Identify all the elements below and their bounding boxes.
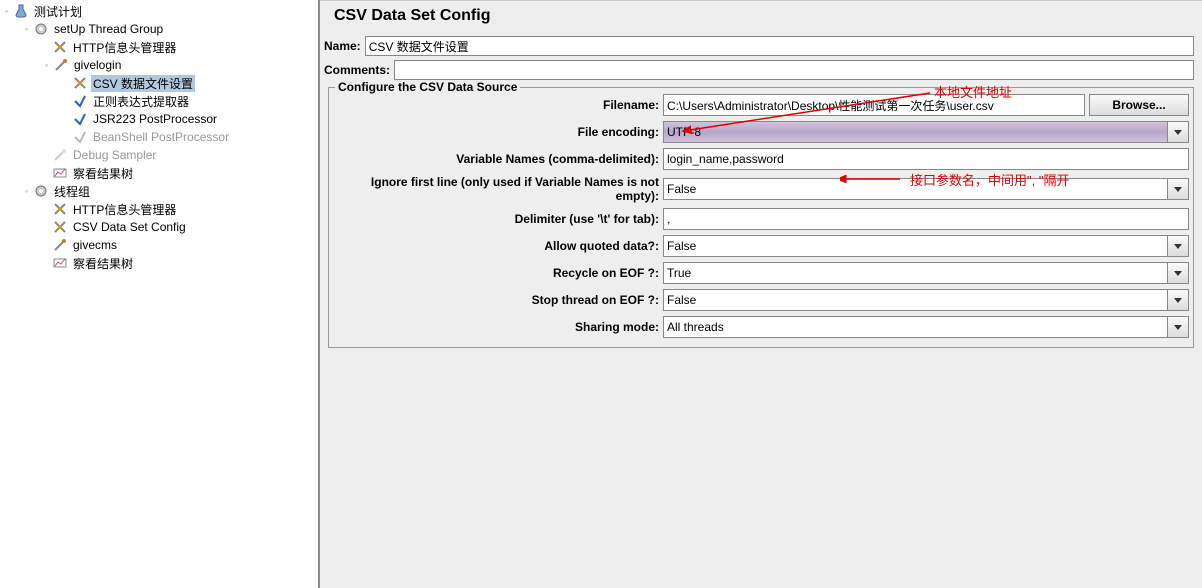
config-icon bbox=[52, 39, 68, 55]
delimiter-label: Delimiter (use '\t' for tab): bbox=[333, 212, 663, 226]
tree-node-givecms[interactable]: givecms bbox=[0, 236, 318, 254]
comments-input[interactable] bbox=[394, 60, 1194, 80]
browse-button[interactable]: Browse... bbox=[1089, 94, 1189, 116]
tree-label: 正则表达式提取器 bbox=[91, 93, 191, 110]
config-icon bbox=[72, 75, 88, 91]
tree-node-view-results-tree-2[interactable]: 察看结果树 bbox=[0, 254, 318, 272]
quoted-label: Allow quoted data?: bbox=[333, 239, 663, 253]
tree-label: setUp Thread Group bbox=[52, 22, 165, 36]
tree-node-jsr223[interactable]: JSR223 PostProcessor bbox=[0, 110, 318, 128]
dropdown-icon[interactable] bbox=[1167, 121, 1189, 143]
ignore-first-select[interactable]: False bbox=[663, 178, 1189, 200]
csv-source-fieldset: Configure the CSV Data Source Filename: … bbox=[328, 87, 1194, 348]
dropdown-icon[interactable] bbox=[1167, 316, 1189, 338]
listener-icon bbox=[52, 255, 68, 271]
tree-label: Debug Sampler bbox=[71, 148, 158, 162]
delimiter-input[interactable] bbox=[663, 208, 1189, 230]
tree-node-debug-sampler[interactable]: Debug Sampler bbox=[0, 146, 318, 164]
varnames-label: Variable Names (comma-delimited): bbox=[333, 152, 663, 166]
recycle-label: Recycle on EOF ?: bbox=[333, 266, 663, 280]
fieldset-legend: Configure the CSV Data Source bbox=[335, 80, 520, 94]
varnames-input[interactable] bbox=[663, 148, 1189, 170]
tree-node-beanshell[interactable]: BeanShell PostProcessor bbox=[0, 128, 318, 146]
sampler-icon bbox=[52, 147, 68, 163]
dropdown-icon[interactable] bbox=[1167, 178, 1189, 200]
encoding-label: File encoding: bbox=[333, 125, 663, 139]
tree-node-http-header-manager[interactable]: HTTP信息头管理器 bbox=[0, 38, 318, 56]
postprocessor-icon bbox=[72, 129, 88, 145]
stop-thread-select[interactable]: False bbox=[663, 289, 1189, 311]
encoding-select[interactable]: UTF-8 bbox=[663, 121, 1189, 143]
tree-label: HTTP信息头管理器 bbox=[71, 39, 178, 56]
config-icon bbox=[52, 201, 68, 217]
sharing-mode-label: Sharing mode: bbox=[333, 320, 663, 334]
postprocessor-icon bbox=[72, 93, 88, 109]
tree-node-setup-thread-group[interactable]: ◦ setUp Thread Group bbox=[0, 20, 318, 38]
tree-label: CSV 数据文件设置 bbox=[91, 75, 195, 92]
gear-icon bbox=[33, 183, 49, 199]
tree-label: BeanShell PostProcessor bbox=[91, 130, 231, 144]
recycle-select[interactable]: True bbox=[663, 262, 1189, 284]
tree-node-thread-group[interactable]: ◦ 线程组 bbox=[0, 182, 318, 200]
tree-node-csv-data-set[interactable]: CSV 数据文件设置 bbox=[0, 74, 318, 92]
tree-label: 线程组 bbox=[52, 183, 92, 200]
test-plan-tree[interactable]: ◦ 测试计划 ◦ setUp Thread Group HTTP信息头管理器 ◦… bbox=[0, 0, 320, 588]
tree-node-givelogin[interactable]: ◦ givelogin bbox=[0, 56, 318, 74]
dropdown-icon[interactable] bbox=[1167, 262, 1189, 284]
tree-label: 测试计划 bbox=[32, 3, 84, 20]
ignore-first-label: Ignore first line (only used if Variable… bbox=[333, 175, 663, 203]
dropdown-icon[interactable] bbox=[1167, 289, 1189, 311]
tree-label: 察看结果树 bbox=[71, 165, 135, 182]
tree-node-test-plan[interactable]: ◦ 测试计划 bbox=[0, 2, 318, 20]
tree-node-regex-extractor[interactable]: 正则表达式提取器 bbox=[0, 92, 318, 110]
tree-label: JSR223 PostProcessor bbox=[91, 112, 219, 126]
tree-label: HTTP信息头管理器 bbox=[71, 201, 178, 218]
collapse-toggle-icon[interactable]: ◦ bbox=[22, 25, 31, 34]
gear-icon bbox=[33, 21, 49, 37]
config-panel: CSV Data Set Config Name: Comments: Conf… bbox=[320, 0, 1202, 588]
sampler-icon bbox=[52, 237, 68, 253]
filename-input[interactable] bbox=[663, 94, 1085, 116]
postprocessor-icon bbox=[72, 111, 88, 127]
sampler-icon bbox=[53, 57, 69, 73]
tree-node-csv-config[interactable]: CSV Data Set Config bbox=[0, 218, 318, 236]
name-label: Name: bbox=[324, 39, 365, 53]
flask-icon bbox=[13, 3, 29, 19]
sharing-mode-select[interactable]: All threads bbox=[663, 316, 1189, 338]
tree-node-view-results-tree[interactable]: 察看结果树 bbox=[0, 164, 318, 182]
config-icon bbox=[52, 219, 68, 235]
collapse-toggle-icon[interactable]: ◦ bbox=[22, 187, 31, 196]
listener-icon bbox=[52, 165, 68, 181]
quoted-select[interactable]: False bbox=[663, 235, 1189, 257]
tree-label: CSV Data Set Config bbox=[71, 220, 188, 234]
filename-label: Filename: bbox=[333, 98, 663, 112]
tree-node-http-header-manager-2[interactable]: HTTP信息头管理器 bbox=[0, 200, 318, 218]
collapse-toggle-icon[interactable]: ◦ bbox=[42, 61, 51, 70]
panel-title: CSV Data Set Config bbox=[334, 7, 1188, 25]
collapse-toggle-icon[interactable]: ◦ bbox=[2, 7, 11, 16]
stop-thread-label: Stop thread on EOF ?: bbox=[333, 293, 663, 307]
name-input[interactable] bbox=[365, 36, 1194, 56]
dropdown-icon[interactable] bbox=[1167, 235, 1189, 257]
tree-label: 察看结果树 bbox=[71, 255, 135, 272]
comments-label: Comments: bbox=[324, 63, 394, 77]
tree-label: givelogin bbox=[72, 58, 123, 72]
tree-label: givecms bbox=[71, 238, 119, 252]
